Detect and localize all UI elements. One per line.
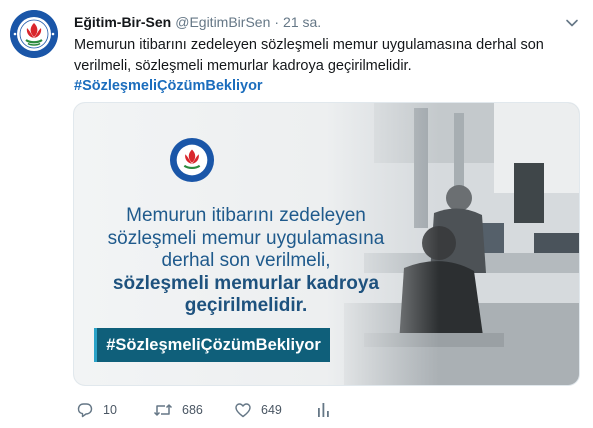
media-line: sözleşmeli memur uygulamasına — [107, 227, 385, 249]
hashtag-link[interactable]: #SözleşmeliÇözümBekliyor — [74, 77, 263, 96]
media-bold-line: sözleşmeli memurlar kadroya — [112, 272, 380, 294]
tweet-media-image[interactable]: Memurun itibarını zedeleyen sözleşmeli m… — [73, 102, 580, 386]
analytics-icon[interactable] — [316, 401, 332, 419]
union-logo-icon — [10, 10, 58, 58]
chevron-down-icon[interactable] — [563, 14, 581, 32]
media-line: Memurun itibarını zedeleyen — [126, 205, 366, 226]
retweet-action[interactable]: 686 — [153, 400, 203, 420]
media-hashtag-banner: #SözleşmeliÇözümBekliyor — [94, 328, 330, 362]
media-bold-line: geçirilmelidir. — [184, 295, 308, 316]
author-handle[interactable]: @EgitimBirSen — [175, 14, 270, 30]
reply-count: 10 — [103, 403, 117, 417]
like-count: 649 — [261, 403, 282, 417]
tweet[interactable]: Eğitim-Bir-Sen @EgitimBirSen · 21 sa. Me… — [0, 0, 593, 428]
analytics-action[interactable] — [316, 400, 332, 420]
tweet-text: Memurun itibarını zedeleyen sözleşmeli m… — [74, 37, 544, 74]
media-message: Memurun itibarını zedeleyen sözleşmeli m… — [96, 205, 396, 318]
heart-icon[interactable] — [234, 401, 252, 419]
media-logo-icon — [169, 137, 215, 183]
like-action[interactable]: 649 — [234, 400, 282, 420]
tweet-header: Eğitim-Bir-Sen @EgitimBirSen · 21 sa. — [74, 14, 321, 32]
tweet-actions: 10 686 649 — [74, 400, 374, 420]
separator-dot: · — [274, 14, 280, 30]
media-line: derhal son verilmeli, — [161, 250, 331, 271]
reply-icon[interactable] — [76, 401, 94, 419]
author-name[interactable]: Eğitim-Bir-Sen — [74, 14, 171, 30]
tweet-time[interactable]: 21 sa. — [283, 14, 321, 30]
avatar[interactable] — [10, 10, 58, 58]
reply-action[interactable]: 10 — [76, 400, 117, 420]
retweet-icon[interactable] — [153, 401, 173, 419]
retweet-count: 686 — [182, 403, 203, 417]
